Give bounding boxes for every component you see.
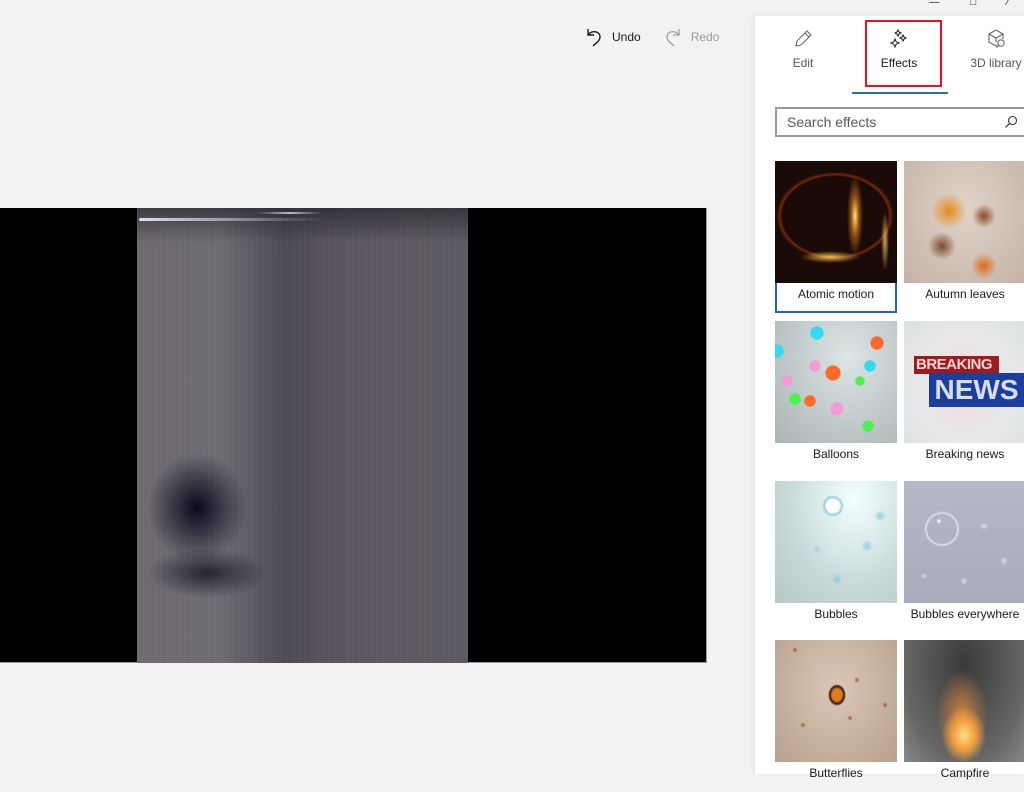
search-effects-field[interactable] [775, 107, 1024, 137]
minimize-icon[interactable]: — [929, 0, 939, 8]
effect-thumbnail [904, 640, 1024, 762]
effect-tile-breaking-news[interactable]: BREAKING NEWS Breaking news [904, 321, 1024, 473]
effect-tile-campfire[interactable]: Campfire [904, 640, 1024, 792]
news-text: NEWS [929, 373, 1024, 407]
search-icon[interactable] [1004, 115, 1018, 129]
tab-effects-label: Effects [880, 56, 918, 70]
active-tab-indicator [852, 92, 948, 94]
effect-tile-butterflies[interactable]: Butterflies [775, 640, 897, 792]
effect-label: Campfire [940, 766, 990, 780]
effect-thumbnail [904, 481, 1024, 603]
effect-thumbnail [904, 161, 1024, 283]
video-preview[interactable] [0, 208, 707, 663]
redo-icon [666, 29, 680, 47]
tab-effects[interactable]: Effects [859, 28, 939, 84]
effect-label: Autumn leaves [925, 287, 1005, 301]
undo-redo-toolbar: Undo Redo [584, 26, 719, 48]
undo-icon [587, 29, 601, 47]
sparkles-icon [889, 28, 908, 49]
undo-label: Undo [612, 30, 641, 44]
effect-tile-bubbles-everywhere[interactable]: Bubbles everywhere [904, 481, 1024, 633]
effect-label: Bubbles [814, 607, 858, 621]
maximize-icon[interactable]: □ [970, 0, 976, 8]
effect-label: Bubbles everywhere [910, 607, 1020, 621]
effect-tile-balloons[interactable]: Balloons [775, 321, 897, 473]
effect-label: Butterflies [809, 766, 863, 780]
tab-3d-library-label: 3D library [970, 56, 1022, 70]
effect-label: Breaking news [925, 447, 1005, 461]
video-glint [257, 212, 322, 214]
effect-label: Balloons [812, 447, 860, 461]
undo-button[interactable]: Undo [584, 26, 641, 48]
tab-3d-library[interactable]: 3D library [956, 28, 1024, 84]
breaking-text: BREAKING [914, 356, 999, 374]
effect-tile-autumn-leaves[interactable]: Autumn leaves [904, 161, 1024, 313]
window-controls: — □ ∕ [914, 0, 1024, 12]
tab-edit-label: Edit [792, 56, 814, 70]
redo-button[interactable]: Redo [663, 26, 720, 48]
editor-canvas-area: Undo Redo [0, 0, 755, 774]
effect-thumbnail [775, 161, 897, 283]
tab-edit[interactable]: Edit [763, 28, 843, 84]
effect-thumbnail: BREAKING NEWS [904, 321, 1024, 443]
redo-label: Redo [690, 30, 720, 44]
effect-tile-atomic-motion[interactable]: Atomic motion [775, 161, 897, 313]
side-panel: Edit Effects 3D library Search effects A… [755, 16, 1024, 780]
effect-thumbnail [775, 321, 897, 443]
effect-thumbnail [775, 481, 897, 603]
effect-tile-bubbles[interactable]: Bubbles [775, 481, 897, 633]
pencil-icon [795, 30, 812, 47]
panel-tabs: Edit Effects 3D library [755, 16, 1024, 94]
search-effects-input[interactable] [787, 114, 992, 130]
effect-label: Atomic motion [797, 287, 875, 301]
3d-library-icon [988, 29, 1005, 48]
video-glint [139, 218, 324, 221]
video-frame-image [137, 208, 468, 663]
close-icon[interactable]: ∕ [1007, 0, 1009, 8]
effect-thumbnail [775, 640, 897, 762]
